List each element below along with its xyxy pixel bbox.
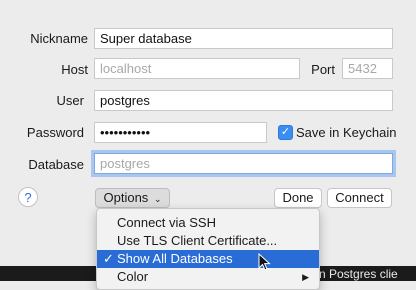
database-field[interactable]: [94, 153, 393, 174]
connection-dialog: Nickname Host Port User Password ✓ Save …: [4, 0, 412, 226]
help-icon: ?: [24, 190, 32, 205]
user-label: User: [56, 93, 84, 108]
database-label: Database: [28, 157, 84, 172]
done-label: Done: [282, 190, 314, 205]
help-button[interactable]: ?: [18, 187, 38, 207]
menu-item-show-all-databases[interactable]: ✓ Show All Databases: [97, 250, 319, 268]
options-menu: Connect via SSH Use TLS Client Certifica…: [96, 208, 320, 290]
done-button[interactable]: Done: [274, 188, 322, 208]
connect-button[interactable]: Connect: [327, 188, 392, 208]
mouse-pointer-icon: [258, 253, 271, 271]
password-field[interactable]: [94, 122, 267, 143]
save-keychain-label[interactable]: Save in Keychain: [296, 125, 396, 140]
connect-label: Connect: [335, 190, 384, 205]
nickname-field[interactable]: [94, 28, 393, 49]
chevron-down-icon: ⌄: [153, 194, 162, 204]
password-label: Password: [26, 125, 84, 140]
options-label: Options: [103, 190, 149, 205]
port-field[interactable]: [342, 58, 393, 79]
submenu-arrow-icon: ▶: [302, 272, 309, 282]
checkmark-icon: ✓: [280, 126, 291, 138]
menu-item-use-tls-client-certificate[interactable]: Use TLS Client Certificate...: [97, 232, 319, 250]
port-label: Port: [311, 62, 335, 77]
host-label: Host: [61, 62, 88, 77]
options-button[interactable]: Options ⌄: [95, 188, 170, 208]
user-field[interactable]: [94, 90, 393, 111]
menu-item-connect-via-ssh[interactable]: Connect via SSH: [97, 214, 319, 232]
background-window-text: rn Postgres clie: [315, 267, 398, 281]
menu-item-color[interactable]: Color ▶: [97, 268, 319, 286]
host-field[interactable]: [94, 58, 300, 79]
nickname-label: Nickname: [30, 31, 88, 46]
save-keychain-checkbox[interactable]: ✓: [278, 125, 293, 140]
checkmark-icon: ✓: [103, 251, 114, 266]
